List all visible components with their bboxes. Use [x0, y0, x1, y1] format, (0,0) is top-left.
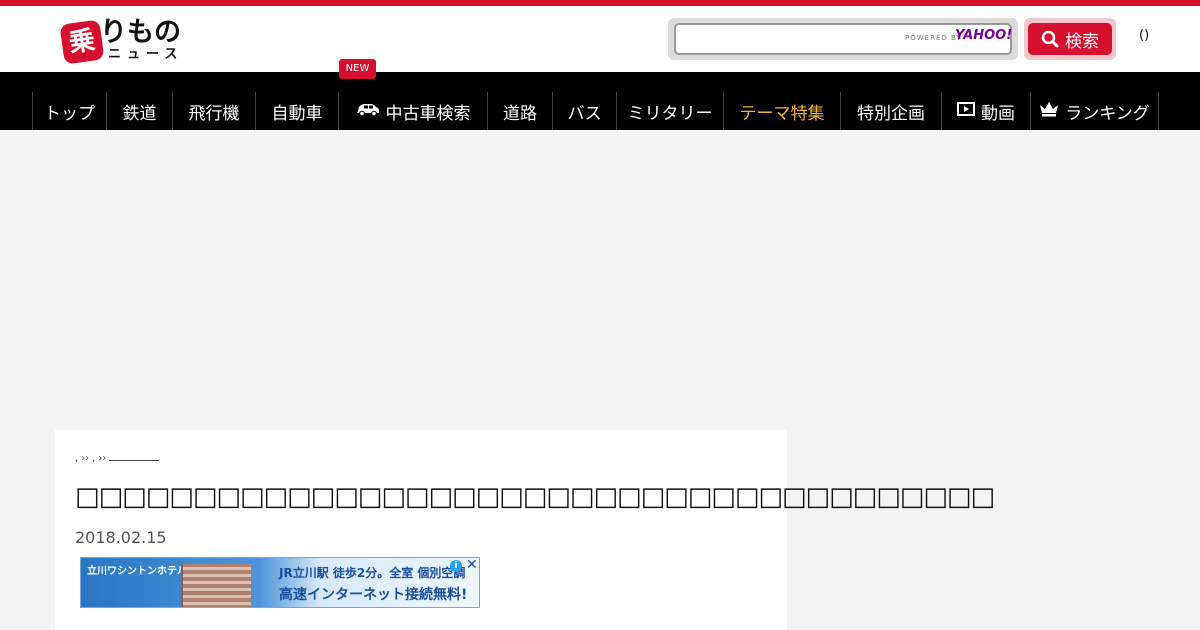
nav-item-airplane[interactable]: 飛行機: [173, 92, 256, 130]
nav-item-label: 鉄道: [122, 103, 157, 124]
ad-placeholder: [0, 130, 1200, 430]
car-icon: [356, 101, 380, 121]
logo-subtext: ニュース: [108, 47, 184, 62]
nav-item-label: ランキング: [1065, 103, 1150, 124]
nav-item-label: 中古車検索: [385, 103, 471, 124]
search-button-frame: 検索: [1024, 18, 1116, 60]
nav-item-label: テーマ特集: [739, 103, 825, 124]
nav-item-car[interactable]: 自動車: [256, 92, 339, 130]
ad-tagline: 高速インターネット接続無料!: [279, 587, 468, 603]
ad-banner[interactable]: 立川ワシントンホテル JR立川駅 徒歩2分。全室 個別空調 高速インターネット接…: [80, 557, 480, 608]
breadcrumb-separator: ,: [75, 453, 79, 464]
breadcrumb-chevron: ››: [98, 453, 107, 464]
ad-headline: JR立川駅 徒歩2分。全室 個別空調: [279, 566, 466, 580]
nav-item-label: ミリタリー: [627, 103, 713, 124]
main-nav: トップ 鉄道 飛行機 自動車 中古車検索 道路 バス ミリタリー テーマ特集 特…: [0, 72, 1200, 130]
header-paren-text: (): [1139, 28, 1150, 43]
nav-item-used-car-search[interactable]: 中古車検索: [339, 92, 488, 130]
crown-icon: [1039, 101, 1059, 122]
nav-item-label: 自動車: [271, 103, 323, 124]
nav-item-bus[interactable]: バス: [553, 92, 617, 130]
ad-brand: 立川ワシントンホテル: [87, 566, 187, 577]
search-button[interactable]: 検索: [1028, 23, 1112, 55]
site-header: 乗 りもの ニュース: [0, 6, 1200, 72]
ad-building-image: [181, 564, 251, 607]
nav-item-ranking[interactable]: ランキング: [1031, 92, 1159, 130]
breadcrumb-current-link[interactable]: [109, 453, 160, 461]
site-logo[interactable]: 乗 りもの ニュース: [59, 16, 194, 68]
logo-text: りもの: [100, 17, 181, 48]
nav-item-video[interactable]: 動画: [942, 92, 1031, 130]
search-icon: [1041, 30, 1059, 48]
breadcrumb-separator: ,: [92, 453, 96, 464]
info-icon[interactable]: i: [450, 560, 462, 572]
nav-item-label: 特別企画: [857, 103, 925, 124]
nav-item-road[interactable]: 道路: [488, 92, 553, 130]
breadcrumb-chevron: ››: [81, 453, 90, 464]
nav-item-theme-feature[interactable]: テーマ特集: [724, 92, 841, 130]
nav-item-special-project[interactable]: 特別企画: [841, 92, 942, 130]
yahoo-logo: YAHOO!: [955, 28, 1013, 43]
close-icon[interactable]: ✕: [466, 558, 478, 572]
nav-item-label: 飛行機: [188, 103, 240, 124]
powered-by-label: POWERED BY: [905, 34, 962, 42]
nav-list: トップ 鉄道 飛行機 自動車 中古車検索 道路 バス ミリタリー テーマ特集 特…: [32, 92, 1159, 130]
new-badge: NEW: [339, 59, 376, 79]
nav-item-label: 道路: [503, 103, 537, 124]
nav-item-label: バス: [567, 103, 602, 124]
nav-item-railway[interactable]: 鉄道: [107, 92, 173, 130]
article-card: , ›› , ›› □□□□□□□□□□□□□□□□□□□□□□□□□□□□□□…: [55, 430, 995, 630]
breadcrumb: , ›› , ››: [75, 453, 160, 464]
nav-item-label: 動画: [981, 103, 1015, 124]
logo-mark: 乗: [59, 19, 105, 65]
nav-item-military[interactable]: ミリタリー: [617, 92, 724, 130]
search-button-label: 検索: [1065, 31, 1099, 52]
article-date: 2018.02.15: [75, 528, 167, 547]
article-title: □□□□□□□□□□□□□□□□□□□□□□□□□□□□□□□□□□□□□□□: [75, 482, 995, 512]
nav-item-label: トップ: [44, 103, 95, 124]
video-icon: [957, 101, 975, 121]
nav-item-top[interactable]: トップ: [33, 92, 107, 130]
